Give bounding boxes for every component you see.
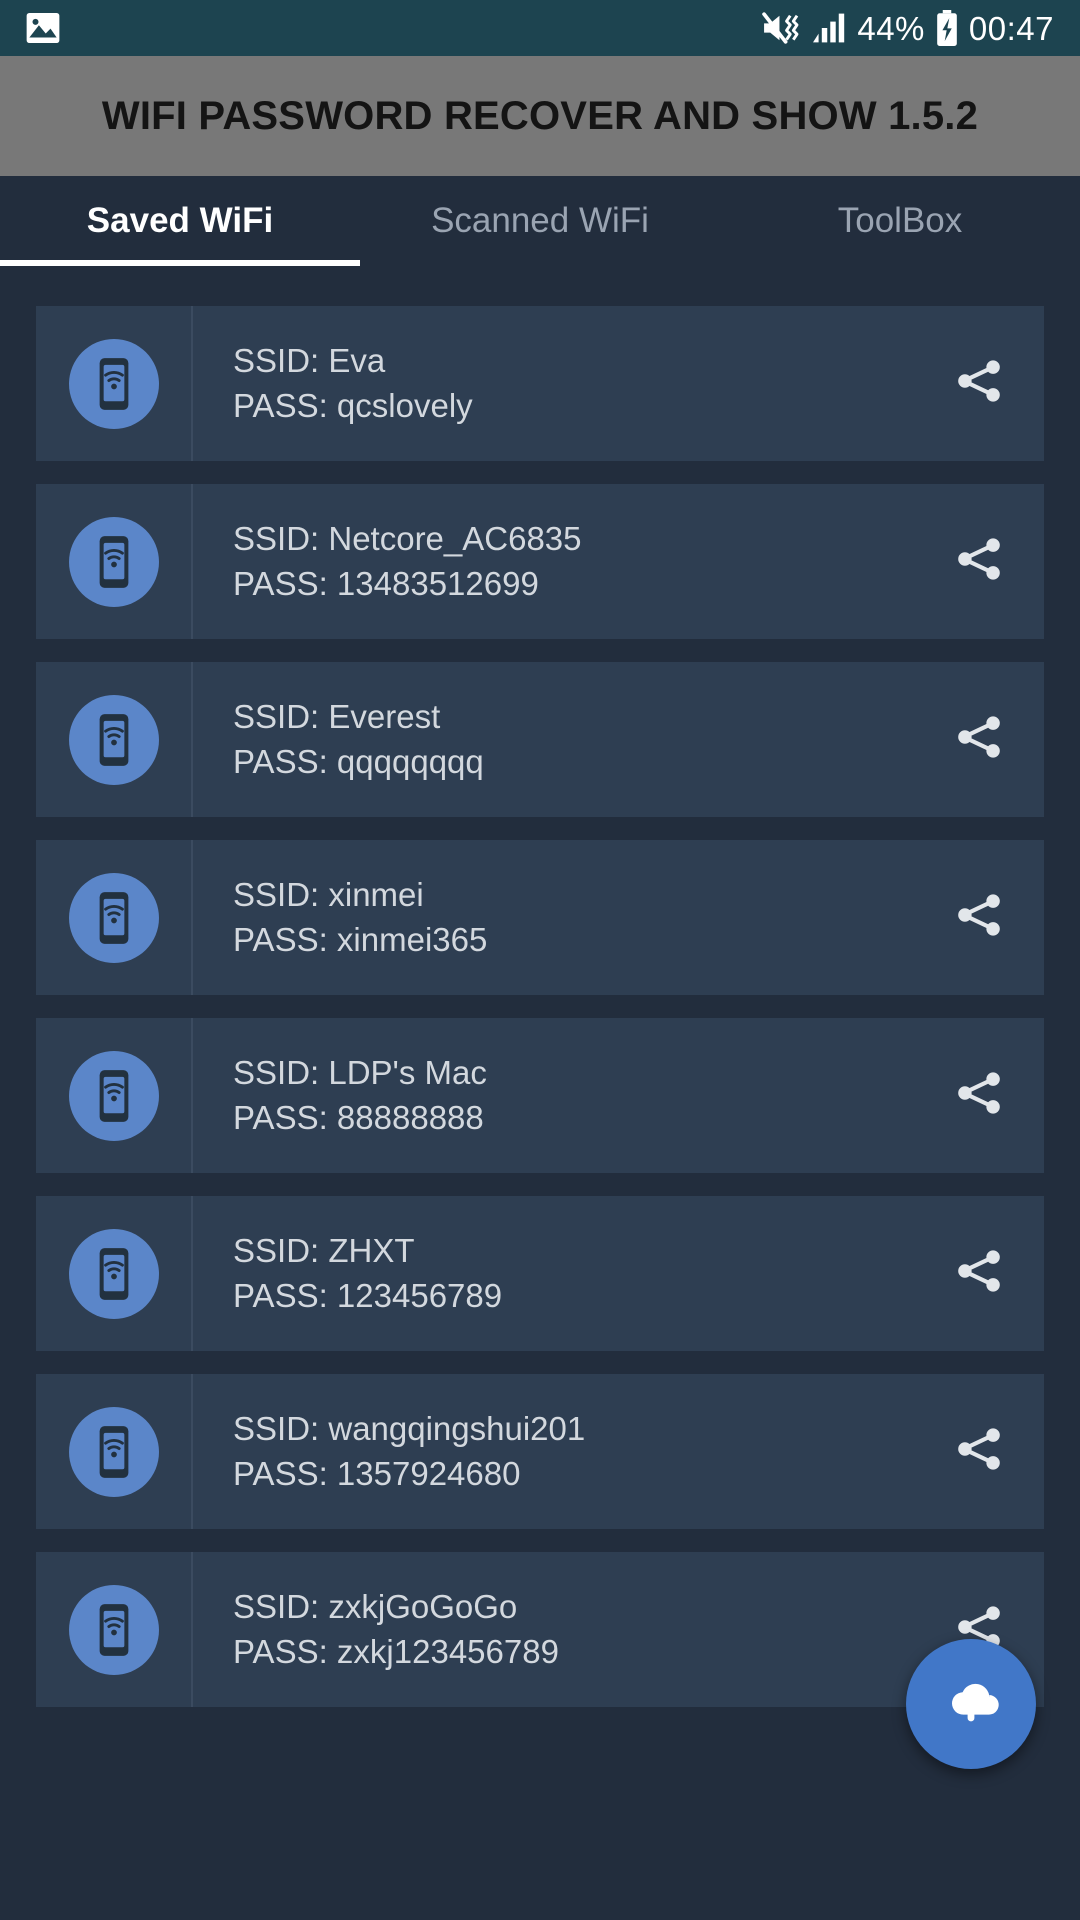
wifi-list-item[interactable]: SSID: xinmei PASS: xinmei365 [36, 840, 1044, 995]
tab-saved-wifi-label: Saved WiFi [86, 201, 274, 240]
wifi-item-icon-cell [36, 662, 193, 817]
share-icon [953, 1067, 1005, 1124]
phone-wifi-icon [68, 1584, 159, 1675]
app-title-bar: WIFI PASSWORD RECOVER AND SHOW 1.5.2 [0, 56, 1080, 176]
wifi-item-ssid: SSID: ZHXT [233, 1231, 415, 1269]
wifi-item-text: SSID: LDP's Mac PASS: 88888888 [193, 1018, 914, 1173]
phone-wifi-icon [68, 694, 159, 785]
battery-charging-icon [935, 10, 959, 46]
share-button[interactable] [914, 484, 1044, 639]
wifi-item-ssid: SSID: Eva [233, 341, 386, 379]
wifi-item-text: SSID: xinmei PASS: xinmei365 [193, 840, 914, 995]
wifi-list-item[interactable]: SSID: Netcore_AC6835 PASS: 13483512699 [36, 484, 1044, 639]
wifi-item-pass: PASS: 13483512699 [233, 564, 539, 602]
share-button[interactable] [914, 662, 1044, 817]
tab-saved-wifi[interactable]: Saved WiFi [0, 176, 360, 266]
wifi-list-item[interactable]: SSID: wangqingshui201 PASS: 1357924680 [36, 1374, 1044, 1529]
wifi-list-item[interactable]: SSID: ZHXT PASS: 123456789 [36, 1196, 1044, 1351]
saved-wifi-list[interactable]: SSID: Eva PASS: qcslovely SSID: Netcore_… [0, 266, 1080, 1707]
share-icon [953, 889, 1005, 946]
mute-vibrate-icon [761, 11, 801, 45]
phone-wifi-icon [68, 872, 159, 963]
wifi-item-pass: PASS: xinmei365 [233, 920, 488, 958]
status-bar-right: 44% 00:47 [761, 10, 1054, 46]
wifi-item-text: SSID: Eva PASS: qcslovely [193, 306, 914, 461]
share-icon [953, 533, 1005, 590]
wifi-item-ssid: SSID: wangqingshui201 [233, 1409, 586, 1447]
wifi-item-ssid: SSID: xinmei [233, 875, 424, 913]
wifi-item-pass: PASS: 88888888 [233, 1098, 484, 1136]
share-button[interactable] [914, 1196, 1044, 1351]
share-icon [953, 1245, 1005, 1302]
status-bar: 44% 00:47 [0, 0, 1080, 56]
share-button[interactable] [914, 1018, 1044, 1173]
cloud-upload-icon [939, 1677, 1003, 1732]
wifi-item-icon-cell [36, 1552, 193, 1707]
share-button[interactable] [914, 840, 1044, 995]
wifi-list-item[interactable]: SSID: Everest PASS: qqqqqqqq [36, 662, 1044, 817]
photo-icon [26, 13, 60, 43]
wifi-list-item[interactable]: SSID: Eva PASS: qcslovely [36, 306, 1044, 461]
wifi-item-ssid: SSID: LDP's Mac [233, 1053, 487, 1091]
wifi-item-ssid: SSID: zxkjGoGoGo [233, 1587, 518, 1625]
cloud-upload-fab[interactable] [906, 1639, 1036, 1769]
wifi-item-text: SSID: zxkjGoGoGo PASS: zxkj123456789 [193, 1552, 914, 1707]
phone-wifi-icon [68, 1050, 159, 1141]
status-bar-left [26, 13, 60, 43]
tab-toolbox[interactable]: ToolBox [720, 176, 1080, 266]
wifi-item-icon-cell [36, 1374, 193, 1529]
wifi-item-ssid: SSID: Everest [233, 697, 441, 735]
wifi-list-item[interactable]: SSID: LDP's Mac PASS: 88888888 [36, 1018, 1044, 1173]
share-button[interactable] [914, 1374, 1044, 1529]
tab-active-indicator [0, 260, 360, 266]
wifi-list-item[interactable]: SSID: zxkjGoGoGo PASS: zxkj123456789 [36, 1552, 1044, 1707]
wifi-item-icon-cell [36, 1018, 193, 1173]
phone-wifi-icon [68, 1228, 159, 1319]
tab-scanned-wifi[interactable]: Scanned WiFi [360, 176, 720, 266]
wifi-item-pass: PASS: qcslovely [233, 386, 473, 424]
phone-wifi-icon [68, 516, 159, 607]
share-button[interactable] [914, 306, 1044, 461]
wifi-item-icon-cell [36, 840, 193, 995]
wifi-item-text: SSID: Everest PASS: qqqqqqqq [193, 662, 914, 817]
clock-label: 00:47 [968, 9, 1054, 47]
tab-scanned-wifi-label: Scanned WiFi [431, 201, 649, 240]
share-icon [953, 1423, 1005, 1480]
wifi-item-text: SSID: wangqingshui201 PASS: 1357924680 [193, 1374, 914, 1529]
wifi-item-text: SSID: ZHXT PASS: 123456789 [193, 1196, 914, 1351]
wifi-item-ssid: SSID: Netcore_AC6835 [233, 519, 582, 557]
share-icon [953, 711, 1005, 768]
wifi-item-icon-cell [36, 1196, 193, 1351]
share-icon [953, 355, 1005, 412]
wifi-item-icon-cell [36, 484, 193, 639]
battery-percent-label: 44% [857, 9, 925, 47]
wifi-item-icon-cell [36, 306, 193, 461]
tab-toolbox-label: ToolBox [837, 201, 963, 240]
wifi-item-pass: PASS: zxkj123456789 [233, 1632, 559, 1670]
phone-wifi-icon [68, 338, 159, 429]
tab-bar: Saved WiFi Scanned WiFi ToolBox [0, 176, 1080, 266]
wifi-item-text: SSID: Netcore_AC6835 PASS: 13483512699 [193, 484, 914, 639]
wifi-item-pass: PASS: 1357924680 [233, 1454, 521, 1492]
wifi-item-pass: PASS: 123456789 [233, 1276, 503, 1314]
page-title: WIFI PASSWORD RECOVER AND SHOW 1.5.2 [101, 93, 979, 138]
signal-bars-icon [811, 12, 847, 44]
app-screen: 44% 00:47 WIFI PASSWORD RECOVER AND SHOW… [0, 0, 1080, 1920]
phone-wifi-icon [68, 1406, 159, 1497]
wifi-item-pass: PASS: qqqqqqqq [233, 742, 484, 780]
